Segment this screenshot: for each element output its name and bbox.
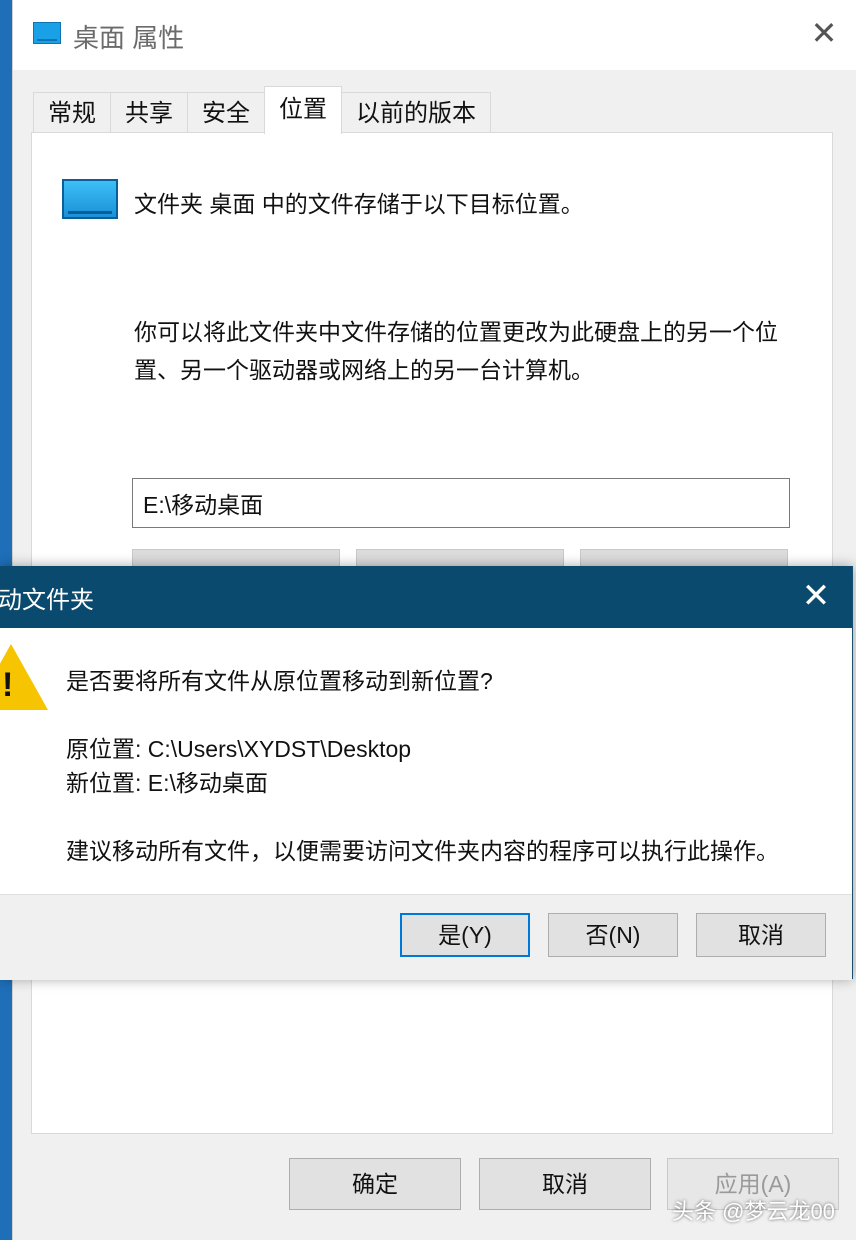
- no-button[interactable]: 否(N): [548, 913, 678, 957]
- properties-titlebar: 桌面 属性 ✕: [13, 0, 856, 70]
- desktop-folder-icon: [33, 22, 61, 44]
- tab-general[interactable]: 常规: [33, 92, 111, 134]
- location-path-input[interactable]: [132, 478, 790, 528]
- warning-exclamation: !: [2, 666, 14, 704]
- cancel-button[interactable]: 取消: [479, 1158, 651, 1210]
- dialog-cancel-button[interactable]: 取消: [696, 913, 826, 957]
- move-folder-dialog: 移动文件夹 ✕ ! 是否要将所有文件从原位置移动到新位置? 原位置: C:\Us…: [0, 566, 853, 980]
- location-description: 你可以将此文件夹中文件存储的位置更改为此硬盘上的另一个位置、另一个驱动器或网络上…: [134, 319, 778, 383]
- dialog-title-text: 移动文件夹: [0, 587, 94, 614]
- window-close-button[interactable]: ✕: [805, 14, 843, 52]
- tab-sharing[interactable]: 共享: [110, 92, 188, 134]
- tab-location[interactable]: 位置: [264, 86, 342, 134]
- tab-security[interactable]: 安全: [187, 92, 265, 134]
- watermark-text: 头条 @梦云龙00: [672, 1199, 835, 1224]
- tab-previous-versions[interactable]: 以前的版本: [341, 92, 491, 134]
- dialog-button-bar: 是(Y) 否(N) 取消: [0, 894, 852, 980]
- recommendation-text: 建议移动所有文件，以便需要访问文件夹内容的程序可以执行此操作。: [66, 838, 779, 864]
- location-heading: 文件夹 桌面 中的文件存储于以下目标位置。: [134, 191, 584, 217]
- original-location-text: 原位置: C:\Users\XYDST\Desktop: [66, 736, 412, 762]
- dialog-title: 移动文件夹: [0, 580, 120, 615]
- dialog-titlebar: 移动文件夹 ✕: [0, 566, 852, 628]
- dialog-question: 是否要将所有文件从原位置移动到新位置?: [66, 668, 493, 694]
- dialog-close-button[interactable]: ✕: [796, 576, 836, 616]
- window-title: 桌面 属性: [73, 23, 185, 53]
- ok-button[interactable]: 确定: [289, 1158, 461, 1210]
- yes-button[interactable]: 是(Y): [400, 913, 530, 957]
- new-location-text: 新位置: E:\移动桌面: [66, 770, 268, 796]
- desktop-folder-icon: [62, 179, 118, 219]
- tab-strip: 常规 共享 安全 位置 以前的版本: [33, 86, 491, 134]
